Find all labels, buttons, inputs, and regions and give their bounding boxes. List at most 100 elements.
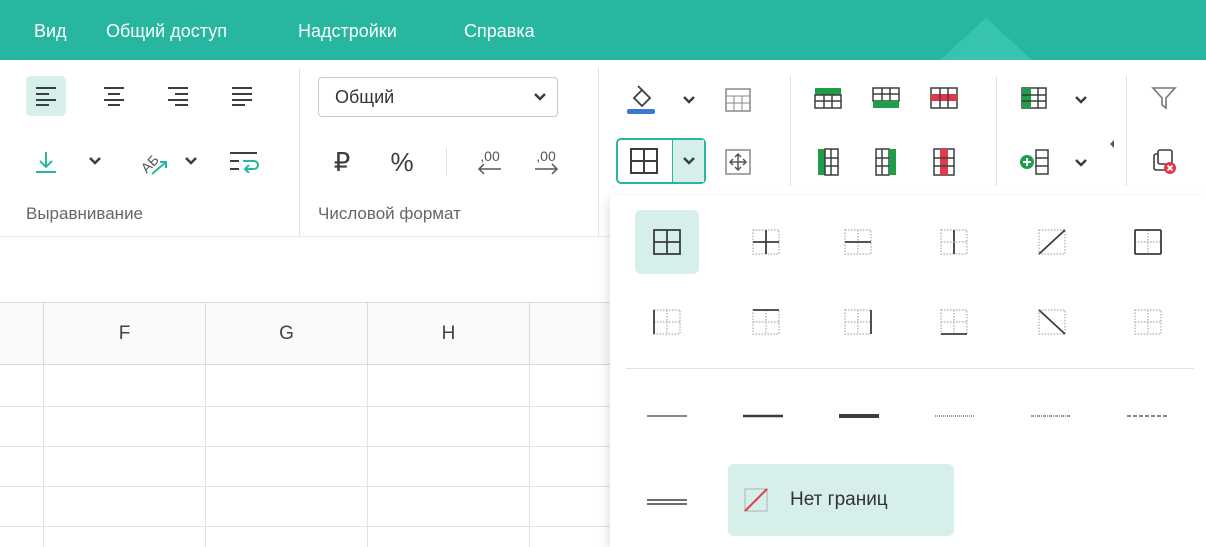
right-border-option[interactable] <box>1116 210 1180 274</box>
wrap-text-button[interactable] <box>222 140 266 184</box>
decrease-decimals-label: ,00 <box>480 148 500 164</box>
no-borders-button[interactable]: Нет границ <box>728 464 954 536</box>
arrow-left-icon <box>477 163 501 175</box>
fill-color-chevron-down-icon[interactable] <box>682 95 696 105</box>
line-style-dashed[interactable] <box>1107 392 1187 440</box>
inner-horizontal-border-option[interactable] <box>826 210 890 274</box>
number-format-value: Общий <box>335 86 395 107</box>
vertical-align-button[interactable] <box>26 142 66 182</box>
thin-line-icon <box>647 415 687 417</box>
line-style-medium[interactable] <box>723 392 803 440</box>
vertical-align-chevron-down-icon[interactable] <box>88 156 102 166</box>
wrap-text-icon <box>230 152 259 173</box>
borders-split-button[interactable] <box>616 138 706 184</box>
thick-line-icon <box>839 414 879 418</box>
grid-line <box>0 486 612 487</box>
justify-button[interactable] <box>222 76 262 116</box>
all-borders-option[interactable] <box>635 210 699 274</box>
double-line-icon <box>647 499 687 505</box>
text-rotation-chevron-down-icon[interactable] <box>184 156 198 166</box>
dotted-line-icon <box>935 415 975 417</box>
top-border-option[interactable] <box>734 290 798 354</box>
borders-dropdown-toggle[interactable] <box>672 140 704 182</box>
right-outer-border-option[interactable] <box>826 290 890 354</box>
diagonal-down-border-option[interactable] <box>1020 290 1084 354</box>
clear-filter-button[interactable] <box>1142 140 1186 184</box>
corner-header[interactable] <box>0 303 44 365</box>
fill-color-button[interactable] <box>616 76 666 122</box>
scroll-left-icon[interactable] <box>1108 138 1116 150</box>
table-style-icon <box>1021 87 1047 109</box>
currency-format-button[interactable]: ₽ <box>324 142 360 182</box>
filter-icon <box>1151 87 1177 110</box>
line-style-double[interactable] <box>627 478 707 526</box>
align-right-icon <box>168 87 188 106</box>
line-style-dotted[interactable] <box>915 392 995 440</box>
cell-style-button[interactable] <box>1012 78 1056 118</box>
increase-decimals-button[interactable]: ,00 <box>522 140 570 184</box>
insert-row-below-icon <box>872 87 900 108</box>
menu-view[interactable]: Вид <box>34 20 67 42</box>
delete-column-button[interactable] <box>924 140 964 184</box>
line-style-dash-dot[interactable] <box>1011 392 1091 440</box>
column-header-g[interactable]: G <box>206 303 368 365</box>
borders-button[interactable] <box>618 140 670 182</box>
left-border-option[interactable] <box>635 290 699 354</box>
inner-borders-icon <box>752 229 780 255</box>
all-borders-icon <box>653 229 681 255</box>
insert-column-right-icon <box>875 148 896 176</box>
spreadsheet-grid[interactable]: F G H <box>0 302 612 547</box>
inner-borders-option[interactable] <box>734 210 798 274</box>
no-borders-label: Нет границ <box>790 489 888 510</box>
cell-style-chevron-down-icon[interactable] <box>1074 95 1088 105</box>
insert-cells-chevron-down-icon[interactable] <box>1074 158 1088 168</box>
inner-vertical-border-option[interactable] <box>922 210 986 274</box>
decrease-decimals-button[interactable]: ,00 <box>466 140 514 184</box>
top-border-icon <box>752 309 780 335</box>
align-center-button[interactable] <box>94 76 134 116</box>
align-left-icon <box>36 87 56 106</box>
all-borders-icon <box>630 148 658 174</box>
column-header-h[interactable]: H <box>368 303 530 365</box>
insert-column-right-button[interactable] <box>866 140 906 184</box>
grid-line <box>367 365 368 547</box>
menu-sharing[interactable]: Общий доступ <box>106 20 227 42</box>
column-header-i[interactable] <box>530 303 612 365</box>
insert-column-left-button[interactable] <box>808 140 848 184</box>
filter-button[interactable] <box>1142 78 1186 118</box>
delete-row-button[interactable] <box>922 78 966 118</box>
number-format-select[interactable]: Общий <box>318 77 558 117</box>
divider <box>1126 76 1127 186</box>
no-border-icon <box>744 488 768 512</box>
no-lines-option[interactable] <box>1116 290 1180 354</box>
merge-cells-button[interactable] <box>718 80 758 120</box>
bottom-border-option[interactable] <box>922 290 986 354</box>
grid-line <box>205 365 206 547</box>
line-style-thin[interactable] <box>627 392 707 440</box>
number-format-group-label: Числовой формат <box>318 204 461 223</box>
align-right-button[interactable] <box>158 76 198 116</box>
diagonal-up-border-option[interactable] <box>1020 210 1084 274</box>
insert-row-below-button[interactable] <box>864 78 908 118</box>
menu-help[interactable]: Справка <box>464 20 535 42</box>
formula-bar-area[interactable] <box>0 236 610 302</box>
column-header-f[interactable]: F <box>44 303 206 365</box>
menu-addons[interactable]: Надстройки <box>298 20 397 42</box>
insert-row-above-button[interactable] <box>806 78 850 118</box>
divider <box>790 76 791 186</box>
increase-decimals-label: ,00 <box>536 148 556 164</box>
inner-vertical-border-icon <box>940 229 968 255</box>
insert-row-icon <box>814 88 842 109</box>
text-rotation-button[interactable]: АБ <box>128 140 176 184</box>
left-border-icon <box>653 309 681 335</box>
delete-column-icon <box>933 148 955 176</box>
align-left-button[interactable] <box>26 76 66 116</box>
grid-line <box>0 406 612 407</box>
move-cells-button[interactable] <box>718 142 758 182</box>
percent-format-button[interactable]: % <box>382 142 422 182</box>
insert-cells-button[interactable] <box>1012 140 1056 184</box>
line-style-thick[interactable] <box>819 392 899 440</box>
dashed-line-icon <box>1127 415 1167 417</box>
table-grid-icon <box>725 88 751 112</box>
clear-cells-icon <box>1153 149 1176 174</box>
